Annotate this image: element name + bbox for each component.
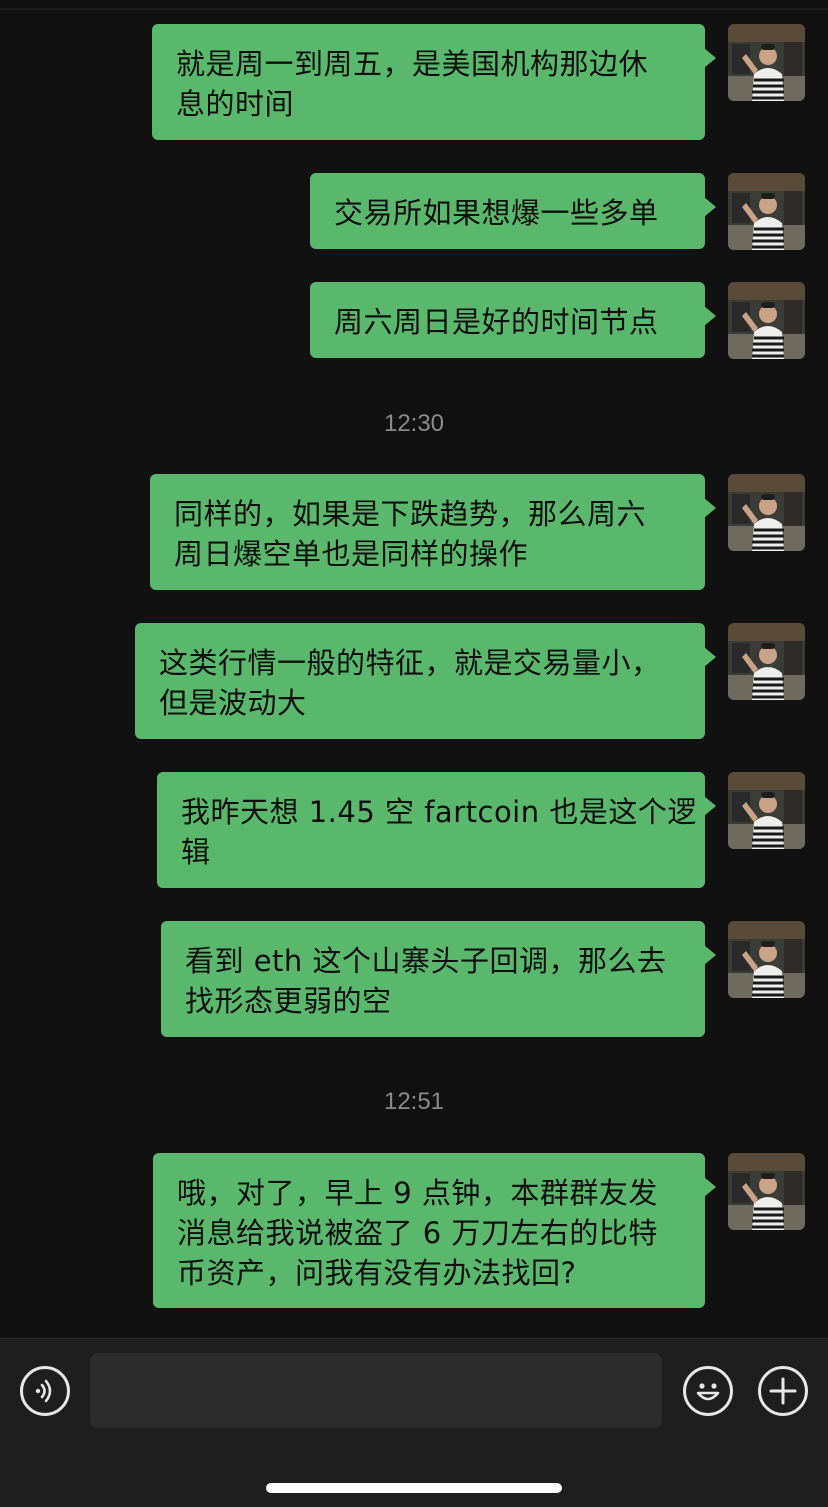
message-bubble[interactable]: 我昨天想 1.45 空 fartcoin 也是这个逻 辑 [157,772,716,888]
message-text: 哦，对了，早上 9 点钟，本群群友发 [177,1176,658,1210]
avatar-photo [728,282,805,359]
plus-icon [769,1377,797,1405]
message-text: 但是波动大 [159,686,307,720]
plus-button[interactable] [758,1366,808,1416]
message-text: 消息给我说被盗了 6 万刀左右的比特 [177,1216,658,1250]
timestamp: 12:51 [383,1088,445,1115]
avatar[interactable] [728,474,805,551]
message-text: 辑 [181,835,211,869]
timestamp: 12:30 [383,410,445,437]
message-text: 同样的，如果是下跌趋势，那么周六 [174,497,647,531]
message-text: 币资产，问我有没有办法找回? [177,1256,577,1290]
message-bubble[interactable]: 交易所如果想爆一些多单 [310,173,716,249]
message-bubble[interactable]: 周六周日是好的时间节点 [310,282,716,358]
message-text: 我昨天想 1.45 空 fartcoin 也是这个逻 [181,795,697,829]
message-input[interactable] [90,1353,662,1428]
avatar-photo [728,173,805,250]
input-bar [0,1338,828,1507]
avatar-photo [728,772,805,849]
avatar[interactable] [728,1153,805,1230]
emoji-button[interactable] [683,1366,733,1416]
home-indicator[interactable] [266,1483,562,1493]
emoji-icon [696,1383,720,1401]
voice-icon [35,1379,52,1403]
message-text: 看到 eth 这个山寨头子回调，那么去 [185,944,667,978]
message-text: 就是周一到周五，是美国机构那边休 [176,47,649,81]
avatar[interactable] [728,173,805,250]
message-text: 找形态更弱的空 [185,984,392,1018]
message-bubble[interactable]: 同样的，如果是下跌趋势，那么周六 周日爆空单也是同样的操作 [150,474,716,590]
message-text: 周日爆空单也是同样的操作 [174,537,529,571]
avatar-photo [728,623,805,700]
avatar-photo [728,24,805,101]
avatar[interactable] [728,282,805,359]
avatar[interactable] [728,24,805,101]
avatar[interactable] [728,623,805,700]
divider [0,8,828,10]
chat-area[interactable]: 就是周一到周五，是美国机构那边休 息的时间 交易所如果想爆一些多单 周六周日是好… [0,0,828,1338]
message-bubble[interactable]: 就是周一到周五，是美国机构那边休 息的时间 [152,24,716,140]
avatar[interactable] [728,921,805,998]
message-bubble[interactable]: 这类行情一般的特征，就是交易量小， 但是波动大 [135,623,716,739]
avatar-photo [728,921,805,998]
voice-button[interactable] [20,1366,70,1416]
message-bubble[interactable]: 看到 eth 这个山寨头子回调，那么去 找形态更弱的空 [161,921,716,1037]
avatar-photo [728,1153,805,1230]
message-text: 周六周日是好的时间节点 [334,305,659,339]
avatar-photo [728,474,805,551]
message-text: 息的时间 [176,87,295,121]
message-bubble[interactable]: 哦，对了，早上 9 点钟，本群群友发 消息给我说被盗了 6 万刀左右的比特 币资… [153,1153,716,1308]
avatar[interactable] [728,772,805,849]
message-text: 交易所如果想爆一些多单 [334,196,659,230]
message-text: 这类行情一般的特征，就是交易量小， [159,646,661,680]
